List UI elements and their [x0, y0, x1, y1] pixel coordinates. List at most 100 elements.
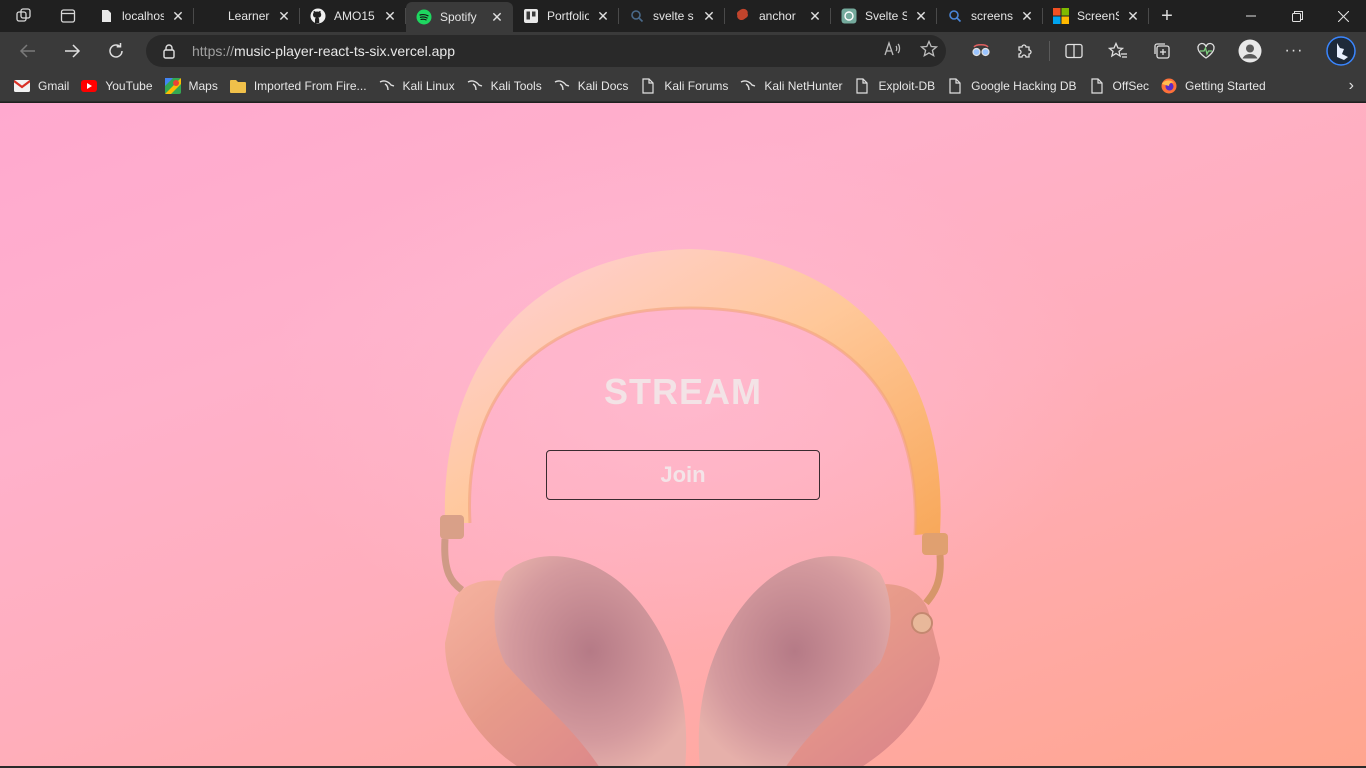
arrow-right-icon: [65, 44, 81, 58]
tab-learner[interactable]: Learner ✕: [194, 0, 300, 32]
bookmark-label: YouTube: [105, 78, 153, 93]
back-button[interactable]: [6, 32, 50, 70]
tab-localhost[interactable]: localhos ✕: [88, 0, 194, 32]
more-icon: ···: [1284, 42, 1304, 59]
window-controls: [1228, 0, 1366, 32]
bookmark-youtube[interactable]: YouTube: [75, 72, 158, 100]
chatgpt-icon: [841, 8, 857, 24]
bookmark-label: Kali Tools: [490, 78, 542, 93]
blank-icon: [204, 8, 220, 24]
tab-screens[interactable]: ScreenS ✕: [1043, 0, 1149, 32]
tab-anchor[interactable]: anchor ✕: [725, 0, 831, 32]
bookmark-label: Google Hacking DB: [971, 78, 1077, 93]
bookmark-exploit-db[interactable]: Exploit-DB: [848, 72, 941, 100]
close-icon[interactable]: ✕: [170, 8, 186, 25]
extensions-button[interactable]: [1003, 32, 1047, 70]
page-viewport: STREAM Join: [0, 103, 1366, 768]
bookmark-gmail[interactable]: Gmail: [8, 72, 75, 100]
bookmark-maps[interactable]: Maps: [159, 72, 224, 100]
close-icon[interactable]: ✕: [1019, 8, 1035, 25]
bookmarks-bar: Gmail YouTube Maps Imported From Fire...…: [0, 70, 1366, 102]
tab-title: screens: [971, 9, 1013, 23]
profile-extension-button[interactable]: [959, 32, 1003, 70]
favorites-icon: [1108, 42, 1127, 58]
refresh-button[interactable]: [94, 32, 138, 70]
bookmark-label: OffSec: [1112, 78, 1149, 93]
arrow-left-icon: [19, 44, 35, 58]
bookmark-kali-nethunter[interactable]: Kali NetHunter: [734, 72, 848, 100]
refresh-icon: [109, 43, 123, 58]
close-icon[interactable]: ✕: [701, 8, 717, 25]
page-icon: [98, 8, 114, 24]
forward-button[interactable]: [50, 32, 94, 70]
bookmark-kali-docs[interactable]: Kali Docs: [548, 72, 635, 100]
restore-button[interactable]: [1274, 0, 1320, 32]
browser-essentials-button[interactable]: [1184, 32, 1228, 70]
workspaces-button[interactable]: [0, 0, 48, 32]
close-icon[interactable]: ✕: [382, 8, 398, 25]
split-screen-button[interactable]: [1052, 32, 1096, 70]
bookmark-getting-started[interactable]: Getting Started: [1155, 72, 1272, 100]
close-window-button[interactable]: [1320, 0, 1366, 32]
tab-screens-search[interactable]: screens ✕: [937, 0, 1043, 32]
tab-title: svelte s: [653, 9, 694, 23]
close-icon[interactable]: ✕: [1125, 8, 1141, 25]
tab-title: Learner: [228, 9, 270, 23]
favorites-button[interactable]: [1096, 32, 1140, 70]
bookmark-offsec[interactable]: OffSec: [1083, 72, 1155, 100]
tab-svelte-s[interactable]: Svelte S ✕: [831, 0, 937, 32]
page-icon: [854, 77, 870, 94]
tab-title: ScreenS: [1077, 9, 1119, 23]
collections-icon: [1154, 43, 1170, 59]
collections-button[interactable]: [1140, 32, 1184, 70]
address-bar-actions: [884, 35, 939, 67]
star-icon[interactable]: [919, 39, 939, 63]
split-screen-icon: [1065, 43, 1083, 59]
bookmark-kali-linux[interactable]: Kali Linux: [373, 72, 461, 100]
bookmark-kali-tools[interactable]: Kali Tools: [461, 72, 548, 100]
close-icon[interactable]: ✕: [913, 8, 929, 25]
new-tab-button[interactable]: +: [1149, 0, 1185, 32]
profile-button[interactable]: [1228, 32, 1272, 70]
bookmark-label: Getting Started: [1185, 78, 1266, 93]
plus-icon: +: [1161, 4, 1173, 27]
tab-title: AMO15: [334, 9, 375, 23]
join-button[interactable]: Join: [546, 450, 820, 500]
bookmark-kali-forums[interactable]: Kali Forums: [634, 72, 734, 100]
close-icon[interactable]: ✕: [489, 9, 505, 26]
tab-portfolio[interactable]: Portfolio ✕: [513, 0, 619, 32]
close-icon[interactable]: ✕: [807, 8, 823, 25]
svelte-icon: [735, 8, 751, 24]
lock-icon[interactable]: [146, 43, 192, 59]
close-icon[interactable]: ✕: [595, 8, 611, 25]
bookmark-label: Kali Docs: [577, 78, 629, 93]
navigation-toolbar: https://music-player-react-ts-six.vercel…: [0, 32, 1366, 70]
url-text[interactable]: https://music-player-react-ts-six.vercel…: [192, 43, 455, 59]
github-icon: [310, 8, 326, 24]
chevron-right-icon: ›: [1348, 77, 1354, 94]
bookmark-google-hacking-db[interactable]: Google Hacking DB: [941, 72, 1082, 100]
read-aloud-icon[interactable]: [884, 40, 902, 62]
maps-icon: [164, 77, 181, 94]
more-bookmarks-button[interactable]: ›: [1349, 70, 1354, 102]
tab-svelte-search[interactable]: svelte s ✕: [619, 0, 725, 32]
address-bar[interactable]: https://music-player-react-ts-six.vercel…: [146, 35, 946, 67]
tab-title: Spotify: [440, 10, 477, 24]
tab-amo15[interactable]: AMO15 ✕: [300, 0, 406, 32]
minimize-button[interactable]: [1228, 0, 1274, 32]
microsoft-icon: [1053, 8, 1069, 24]
tab-title: localhos: [122, 9, 164, 23]
bookmark-folder-imported[interactable]: Imported From Fire...: [224, 72, 373, 100]
tab-actions-button[interactable]: [48, 0, 88, 32]
spotify-icon: [416, 9, 432, 25]
page-icon: [1089, 77, 1105, 94]
toolbar-actions: ···: [959, 32, 1366, 70]
close-icon[interactable]: ✕: [276, 8, 292, 25]
vertical-tabs-icon: [60, 9, 76, 23]
settings-more-button[interactable]: ···: [1272, 32, 1316, 70]
tab-spotify[interactable]: Spotify ✕: [406, 2, 513, 32]
puzzle-icon: [1018, 44, 1032, 58]
close-icon: [1337, 10, 1349, 22]
gmail-icon: [14, 78, 30, 94]
bing-copilot-button[interactable]: [1316, 32, 1366, 70]
